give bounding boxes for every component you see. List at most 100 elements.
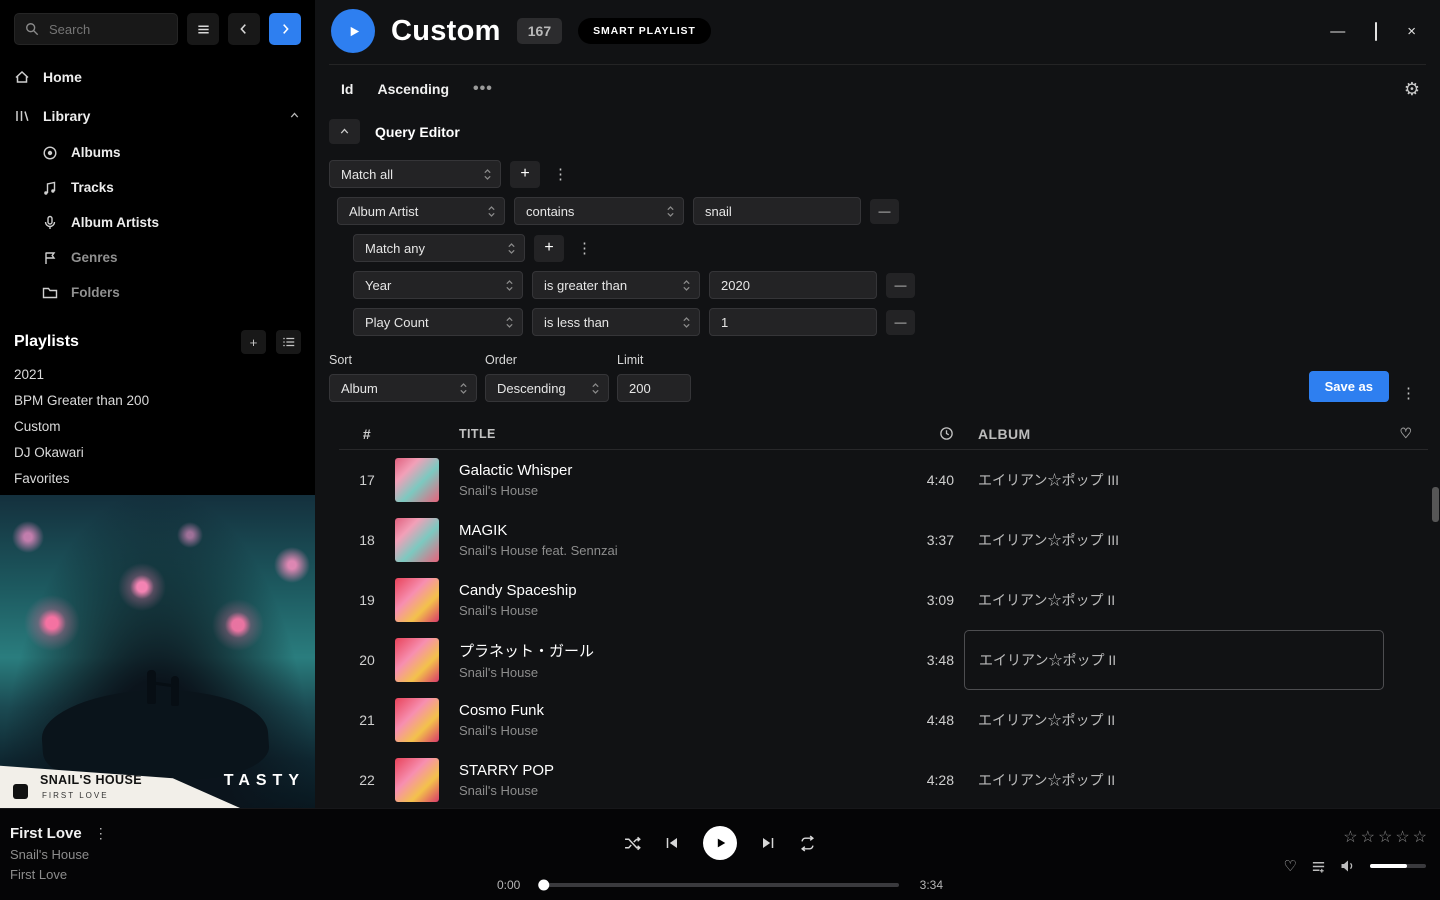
sidebar-item-folders[interactable]: Folders bbox=[42, 275, 301, 310]
menu-button[interactable] bbox=[187, 13, 219, 45]
add-rule-button[interactable]: + bbox=[510, 161, 540, 188]
track-artwork[interactable] bbox=[395, 578, 439, 622]
scrollbar-thumb[interactable] bbox=[1432, 487, 1439, 522]
table-row[interactable]: 18 MAGIK Snail's House feat. Sennzai 3:3… bbox=[339, 510, 1428, 570]
close-button[interactable]: × bbox=[1407, 23, 1416, 40]
remove-rule-button[interactable]: — bbox=[870, 199, 899, 224]
track-artist[interactable]: Snail's House bbox=[459, 723, 892, 738]
track-album[interactable]: エイリアン☆ポップ II bbox=[964, 570, 1384, 630]
playlist-item[interactable]: Favorites bbox=[0, 466, 315, 492]
remove-rule-button[interactable]: — bbox=[886, 273, 915, 298]
track-artist[interactable]: Snail's House bbox=[459, 783, 892, 798]
rule-operator-select[interactable]: contains bbox=[514, 197, 684, 225]
shuffle-button[interactable] bbox=[624, 835, 641, 852]
nav-forward-button[interactable] bbox=[269, 13, 301, 45]
remove-rule-button[interactable]: — bbox=[886, 310, 915, 335]
track-artwork[interactable] bbox=[395, 638, 439, 682]
track-artist[interactable]: Snail's House feat. Sennzai bbox=[459, 543, 892, 558]
play-pause-button[interactable] bbox=[703, 826, 737, 860]
seek-bar[interactable] bbox=[541, 883, 899, 887]
table-row[interactable]: 22 STARRY POP Snail's House 4:28 エイリアン☆ポ… bbox=[339, 750, 1428, 808]
rule-value-input[interactable] bbox=[709, 271, 877, 299]
star-icon[interactable]: ☆ bbox=[1395, 827, 1409, 847]
volume-icon[interactable] bbox=[1340, 858, 1356, 874]
previous-button[interactable] bbox=[664, 835, 680, 851]
track-artwork[interactable] bbox=[395, 758, 439, 802]
rule-field-select[interactable]: Play Count bbox=[353, 308, 523, 336]
table-row[interactable]: 21 Cosmo Funk Snail's House 4:48 エイリアン☆ポ… bbox=[339, 690, 1428, 750]
match-type-select[interactable]: Match all bbox=[329, 160, 501, 188]
rule-value-input[interactable] bbox=[709, 308, 877, 336]
save-as-button[interactable]: Save as bbox=[1309, 371, 1389, 402]
track-artist[interactable]: Snail's House bbox=[459, 665, 892, 680]
header-title[interactable]: TITLE bbox=[459, 427, 892, 441]
track-album[interactable]: エイリアン☆ポップ II bbox=[964, 750, 1384, 808]
now-playing-artwork[interactable]: SNAIL'S HOUSE FIRST LOVE TASTY bbox=[0, 495, 315, 808]
seek-knob[interactable] bbox=[538, 880, 549, 891]
track-artist[interactable]: Snail's House bbox=[459, 603, 892, 618]
star-icon[interactable]: ☆ bbox=[1361, 827, 1375, 847]
collapse-query-editor-button[interactable] bbox=[329, 119, 360, 144]
sidebar-item-tracks[interactable]: Tracks bbox=[42, 170, 301, 205]
track-artwork[interactable] bbox=[395, 698, 439, 742]
gear-icon[interactable]: ⚙ bbox=[1404, 80, 1420, 98]
chevron-up-icon[interactable] bbox=[288, 109, 301, 122]
track-album[interactable]: エイリアン☆ポップ II bbox=[964, 690, 1384, 750]
track-album-focused[interactable]: エイリアン☆ポップ II bbox=[964, 630, 1384, 690]
favorite-button[interactable]: ♡ bbox=[1284, 857, 1297, 875]
playlist-item[interactable]: 2021 bbox=[0, 362, 315, 388]
playlist-list-button[interactable] bbox=[276, 330, 301, 354]
sidebar-item-home[interactable]: Home bbox=[14, 57, 301, 96]
search-input[interactable] bbox=[47, 21, 167, 38]
sidebar-item-albums[interactable]: Albums bbox=[42, 135, 301, 170]
now-playing-artist[interactable]: Snail's House bbox=[10, 847, 108, 862]
minimize-button[interactable]: — bbox=[1330, 23, 1345, 40]
queue-button[interactable] bbox=[1311, 859, 1326, 874]
playlist-item[interactable]: DJ Okawari bbox=[0, 440, 315, 466]
track-album[interactable]: エイリアン☆ポップ III bbox=[964, 450, 1384, 510]
sidebar-item-album-artists[interactable]: Album Artists bbox=[42, 205, 301, 240]
sort-select[interactable]: Album bbox=[329, 374, 477, 402]
playlist-item[interactable]: Custom bbox=[0, 414, 315, 440]
rule-operator-select[interactable]: is less than bbox=[532, 308, 700, 336]
match-type-select[interactable]: Match any bbox=[353, 234, 525, 262]
now-playing-title[interactable]: First Love bbox=[10, 825, 82, 842]
rule-field-select[interactable]: Year bbox=[353, 271, 523, 299]
add-rule-button[interactable]: + bbox=[534, 235, 564, 262]
table-row[interactable]: 19 Candy Spaceship Snail's House 3:09 エイ… bbox=[339, 570, 1428, 630]
rule-field-select[interactable]: Album Artist bbox=[337, 197, 505, 225]
star-icon[interactable]: ☆ bbox=[1413, 827, 1427, 847]
playlist-item[interactable]: BPM Greater than 200 bbox=[0, 388, 315, 414]
sort-direction-button[interactable]: Ascending bbox=[377, 81, 449, 97]
star-icon[interactable]: ☆ bbox=[1378, 827, 1392, 847]
header-album[interactable]: ALBUM bbox=[964, 418, 1384, 449]
sidebar-item-library[interactable]: Library bbox=[14, 96, 301, 135]
order-select[interactable]: Descending bbox=[485, 374, 609, 402]
volume-slider[interactable] bbox=[1370, 864, 1426, 868]
nav-back-button[interactable] bbox=[228, 13, 260, 45]
table-row[interactable]: 20 プラネット・ガール Snail's House 3:48 エイリアン☆ポッ… bbox=[339, 630, 1428, 690]
group-menu-icon[interactable]: ⋮ bbox=[573, 239, 596, 257]
track-artwork[interactable] bbox=[395, 458, 439, 502]
duration-column-header[interactable] bbox=[892, 426, 964, 441]
play-playlist-button[interactable] bbox=[331, 9, 375, 53]
track-album[interactable]: エイリアン☆ポップ III bbox=[964, 510, 1384, 570]
repeat-button[interactable] bbox=[799, 835, 816, 852]
now-playing-album[interactable]: First Love bbox=[10, 867, 108, 882]
track-artist[interactable]: Snail's House bbox=[459, 483, 892, 498]
maximize-button[interactable] bbox=[1375, 23, 1377, 40]
rule-value-input[interactable] bbox=[693, 197, 861, 225]
group-menu-icon[interactable]: ⋮ bbox=[549, 165, 572, 183]
now-playing-menu-icon[interactable]: ⋮ bbox=[94, 825, 108, 842]
favorite-column-header[interactable]: ♡ bbox=[1384, 425, 1428, 442]
next-button[interactable] bbox=[760, 835, 776, 851]
sidebar-item-genres[interactable]: Genres bbox=[42, 240, 301, 275]
star-icon[interactable]: ☆ bbox=[1343, 827, 1357, 847]
search-input-wrap[interactable] bbox=[14, 13, 178, 45]
table-row[interactable]: 17 Galactic Whisper Snail's House 4:40 エ… bbox=[339, 450, 1428, 510]
track-artwork[interactable] bbox=[395, 518, 439, 562]
limit-input[interactable] bbox=[617, 374, 691, 402]
sort-field-button[interactable]: Id bbox=[341, 81, 353, 97]
add-playlist-button[interactable]: + bbox=[241, 330, 266, 354]
rule-operator-select[interactable]: is greater than bbox=[532, 271, 700, 299]
